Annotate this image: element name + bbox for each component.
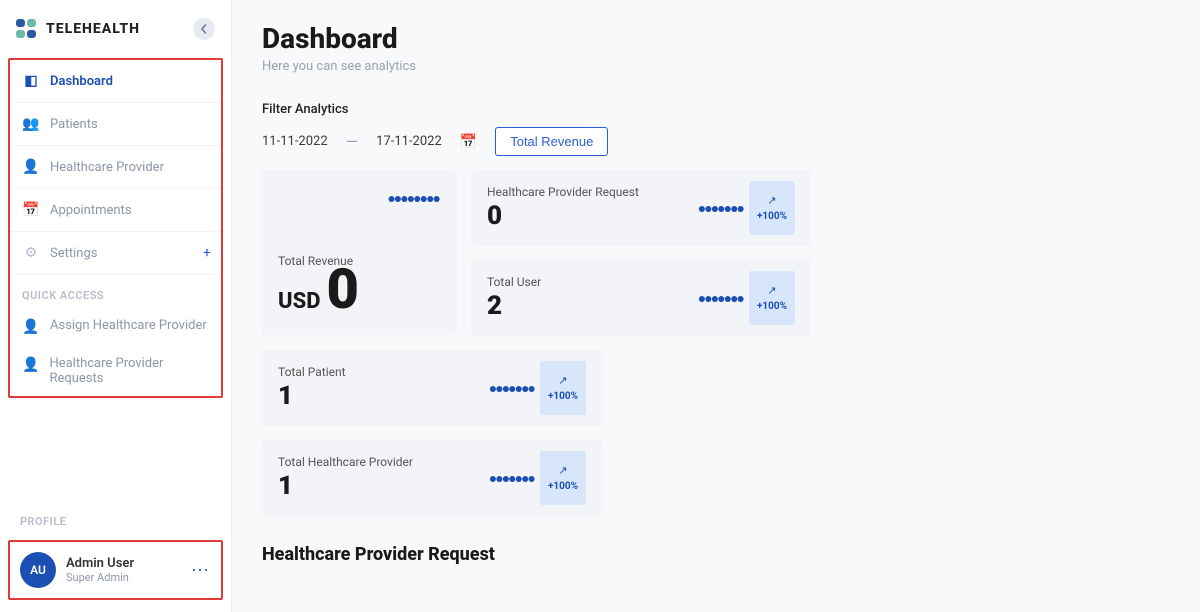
trend-percent: +100% [757,301,787,312]
sidebar-item-settings[interactable]: ⚙ Settings + [10,232,221,275]
sidebar-item-label: Appointments [50,203,132,218]
sparkline-icon: ●●●●●●● [698,200,743,217]
sidebar-item-label: Healthcare Provider Requests [49,356,209,386]
trend-up-icon: ↗ [558,464,567,477]
sidebar: TELEHEALTH ◧ Dashboard 👥 Patients 👤 Heal… [0,0,232,612]
sidebar-item-label: Healthcare Provider [50,160,164,175]
chevron-left-icon [199,24,209,34]
revenue-value: 0 [327,261,359,317]
sidebar-item-appointments[interactable]: 📅 Appointments [10,189,221,232]
assign-icon: 👤 [22,318,40,336]
cards-area: ●●●●●●●● Total Revenue USD 0 Healthcare … [262,170,1170,336]
nav-highlight-box: ◧ Dashboard 👥 Patients 👤 Healthcare Prov… [8,58,223,398]
calendar-icon: 📅 [22,201,40,219]
filter-label: Filter Analytics [262,102,1170,117]
trend-up-icon: ↗ [767,284,776,297]
sidebar-item-label: Patients [50,117,98,132]
profile-text: Admin User Super Admin [66,556,134,584]
card-total-hcp: Total Healthcare Provider 1 ●●●●●●● ↗ +1… [262,440,602,516]
trend-badge: ↗ +100% [749,181,795,235]
sidebar-item-healthcare-provider[interactable]: 👤 Healthcare Provider [10,146,221,189]
card-label: Total User [487,275,698,289]
date-to[interactable]: 17-11-2022 [376,134,442,149]
section-hcp-request-heading: Healthcare Provider Request [262,544,1170,565]
app-name: TELEHEALTH [46,21,140,37]
profile-section-label: PROFILE [0,511,231,532]
trend-badge: ↗ +100% [540,451,586,505]
sparkline-icon: ●●●●●●● [698,290,743,307]
add-settings-button[interactable]: + [203,245,211,261]
trend-badge: ↗ +100% [749,271,795,325]
sidebar-item-label: Assign Healthcare Provider [50,318,207,333]
card-total-revenue: ●●●●●●●● Total Revenue USD 0 [262,170,457,335]
card-total-user: Total User 2 ●●●●●●● ↗ +100% [471,260,811,336]
cards-column-right: Healthcare Provider Request 0 ●●●●●●● ↗ … [471,170,811,336]
calendar-picker-icon[interactable]: 📅 [460,134,477,150]
sidebar-item-label: Dashboard [50,74,113,89]
card-label: Total Patient [278,365,489,379]
gear-icon: ⚙ [22,244,40,262]
date-separator: — [346,132,359,151]
main-content: Dashboard Here you can see analytics Fil… [232,0,1200,612]
card-total-patient: Total Patient 1 ●●●●●●● ↗ +100% [262,350,602,426]
patients-icon: 👥 [22,115,40,133]
card-hcp-request: Healthcare Provider Request 0 ●●●●●●● ↗ … [471,170,811,246]
quick-access-label: QUICK ACCESS [10,275,221,308]
sidebar-item-dashboard[interactable]: ◧ Dashboard [10,60,221,103]
cards-column-left: ●●●●●●●● Total Revenue USD 0 [262,170,457,336]
card-value: 1 [278,471,489,501]
trend-percent: +100% [548,481,578,492]
trend-percent: +100% [757,211,787,222]
profile-name: Admin User [66,556,134,571]
sidebar-item-label: Settings [50,246,97,261]
avatar[interactable]: AU [20,552,56,588]
date-from[interactable]: 11-11-2022 [262,134,328,149]
healthcare-provider-icon: 👤 [22,158,40,176]
profile-menu-button[interactable]: ⋯ [191,560,211,581]
card-label: Total Healthcare Provider [278,455,489,469]
collapse-sidebar-button[interactable] [193,18,215,40]
card-label: Healthcare Provider Request [487,185,698,199]
logo-icon [16,19,38,39]
sidebar-item-patients[interactable]: 👥 Patients [10,103,221,146]
sidebar-item-assign-hcp[interactable]: 👤 Assign Healthcare Provider [10,308,221,346]
card-value: 0 [487,201,698,231]
total-revenue-button[interactable]: Total Revenue [495,127,608,156]
trend-badge: ↗ +100% [540,361,586,415]
card-value: 2 [487,291,698,321]
profile-role: Super Admin [66,571,134,584]
logo-row: TELEHEALTH [0,0,231,50]
sidebar-item-hcp-requests[interactable]: 👤 Healthcare Provider Requests [10,346,221,396]
request-icon: 👤 [22,356,39,374]
sparkline-icon: ●●●●●●●● [387,190,439,207]
trend-up-icon: ↗ [767,194,776,207]
dashboard-icon: ◧ [22,72,40,90]
card-value: 1 [278,381,489,411]
filter-row: 11-11-2022 — 17-11-2022 📅 Total Revenue [262,127,1170,156]
sparkline-icon: ●●●●●●● [489,470,534,487]
sparkline-icon: ●●●●●●● [489,380,534,397]
trend-up-icon: ↗ [558,374,567,387]
page-title: Dashboard [262,22,1170,55]
page-subtitle: Here you can see analytics [262,59,1170,74]
profile-box: AU Admin User Super Admin ⋯ [8,540,223,600]
trend-percent: +100% [548,391,578,402]
currency-label: USD [278,289,321,314]
